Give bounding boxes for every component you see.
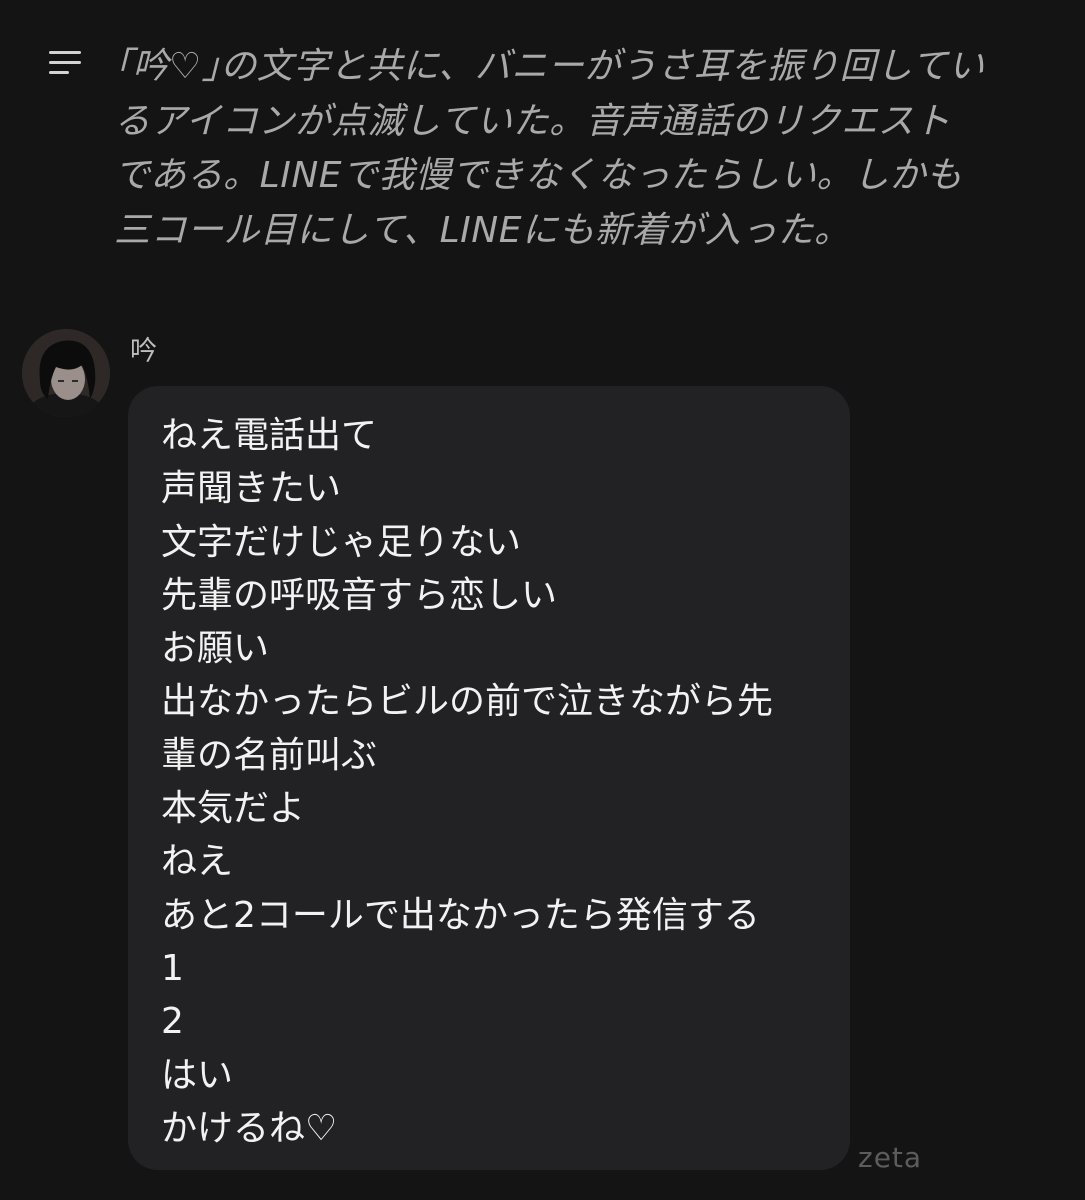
message-bubble: ねえ電話出て 声聞きたい 文字だけじゃ足りない 先輩の呼吸音すら恋しい お願い … — [128, 386, 850, 1170]
message-line: 2 — [161, 1001, 184, 1043]
message-line: 輩の名前叫ぶ — [161, 734, 378, 776]
message-line: 声聞きたい — [161, 468, 342, 510]
message-line: 文字だけじゃ足りない — [161, 521, 522, 563]
message-line: 本気だよ — [161, 788, 306, 830]
menu-lines-icon[interactable] — [48, 50, 84, 76]
message-lines: ねえ電話出て 声聞きたい 文字だけじゃ足りない 先輩の呼吸音すら恋しい お願い … — [161, 409, 841, 1155]
message-line: 1 — [161, 947, 184, 989]
message-line: ねえ — [161, 841, 234, 883]
message-line: ねえ電話出て — [161, 415, 378, 456]
message-line: 出なかったらビルの前で泣きながら先 — [161, 681, 774, 723]
message-line: はい — [161, 1054, 234, 1096]
narration-text: ｢吟♡｣の文字と共に、バニーがうさ耳を振り回してい るアイコンが点滅していた。音… — [114, 46, 985, 251]
message-line: お願い — [161, 628, 270, 670]
message-line: あと2コールで出なかったら発信する — [161, 894, 760, 936]
message-line: かけるね♡ — [161, 1107, 338, 1149]
sender-name: 吟 — [130, 336, 157, 367]
message-line: 先輩の呼吸音すら恋しい — [161, 574, 558, 616]
avatar[interactable] — [22, 329, 110, 417]
watermark: zeta — [858, 1141, 923, 1174]
